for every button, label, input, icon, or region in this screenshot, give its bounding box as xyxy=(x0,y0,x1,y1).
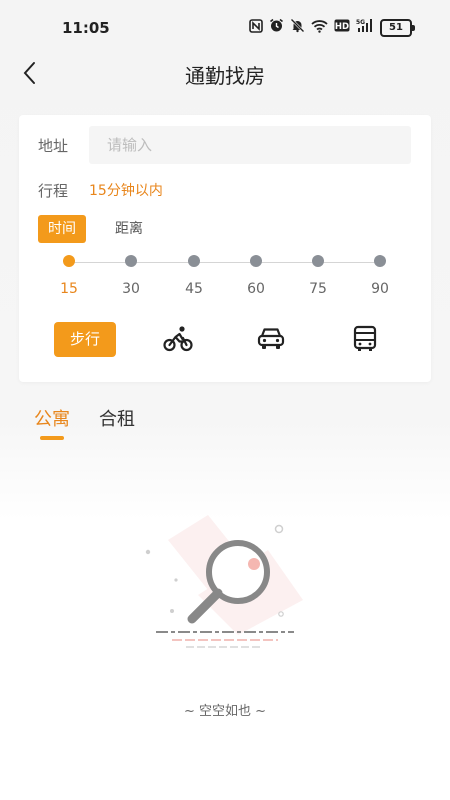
slider-label-60: 60 xyxy=(247,281,265,297)
signal-5g-icon: 5G xyxy=(356,18,374,37)
hd-icon: HD xyxy=(334,19,350,36)
slider-label-45: 45 xyxy=(185,281,203,297)
slider-track xyxy=(69,262,381,263)
car-icon[interactable] xyxy=(254,322,288,356)
slider-stop-15[interactable] xyxy=(63,255,75,267)
address-label: 地址 xyxy=(38,137,69,155)
slider-label-75: 75 xyxy=(309,281,327,297)
status-bar: 11:05 HD 5G 51 xyxy=(0,0,450,56)
slider-stop-30[interactable] xyxy=(125,255,137,267)
active-tab-indicator xyxy=(40,436,64,440)
slider-stop-45[interactable] xyxy=(188,255,200,267)
tab-shared-rental[interactable]: 合租 xyxy=(99,405,135,431)
battery-indicator: 51 xyxy=(380,18,415,37)
magnifier-empty-icon xyxy=(138,510,310,650)
page-title: 通勤找房 xyxy=(185,64,265,88)
tab-time[interactable]: 时间 xyxy=(38,215,86,243)
slider-label-90: 90 xyxy=(371,281,389,297)
alarm-icon xyxy=(269,18,284,37)
address-input[interactable] xyxy=(89,126,411,164)
nav-bar: 通勤找房 xyxy=(0,50,450,96)
slider-label-15: 15 xyxy=(60,281,78,297)
tab-apartment[interactable]: 公寓 xyxy=(34,405,70,431)
bicycle-icon[interactable] xyxy=(161,322,195,356)
slider-label-30: 30 xyxy=(122,281,140,297)
trip-value: 15分钟以内 xyxy=(89,183,163,199)
status-icons: HD 5G 51 xyxy=(249,18,415,37)
commute-search-card: 地址 行程 15分钟以内 时间 距离 15 30 45 60 75 90 步行 xyxy=(19,115,431,382)
trip-label: 行程 xyxy=(38,182,69,200)
slider-stop-90[interactable] xyxy=(374,255,386,267)
empty-state-text: ~ 空空如也 ~ xyxy=(183,704,267,719)
mute-bell-icon xyxy=(290,18,305,37)
slider-stop-60[interactable] xyxy=(250,255,262,267)
svg-text:5G: 5G xyxy=(356,19,365,26)
svg-text:HD: HD xyxy=(335,22,349,32)
status-time: 11:05 xyxy=(62,19,110,37)
tab-distance[interactable]: 距离 xyxy=(105,215,153,243)
bus-icon[interactable] xyxy=(348,322,382,356)
slider-stop-75[interactable] xyxy=(312,255,324,267)
wifi-icon xyxy=(311,19,328,37)
nfc-icon xyxy=(249,18,263,37)
walk-button[interactable]: 步行 xyxy=(54,322,116,357)
